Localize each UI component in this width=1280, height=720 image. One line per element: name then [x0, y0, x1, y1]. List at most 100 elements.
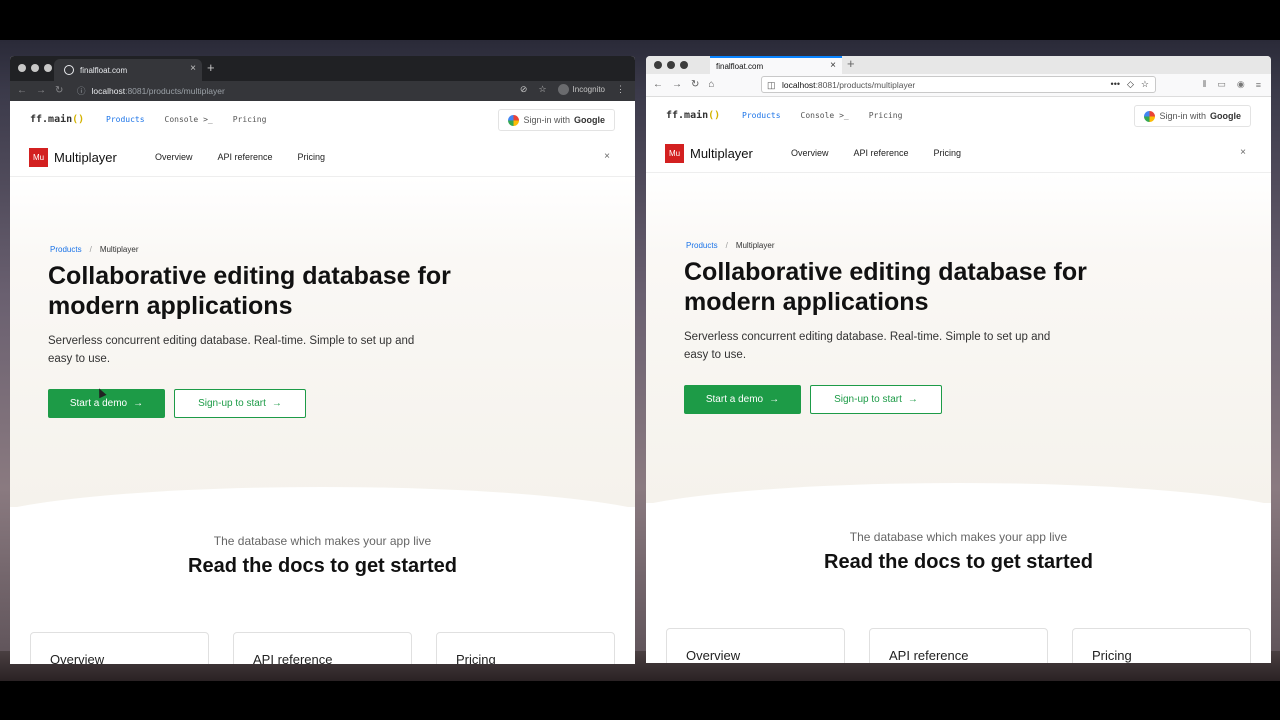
tab-bar: finalfloat.com × + [10, 56, 635, 81]
close-tab-icon[interactable]: × [190, 64, 196, 74]
product-bar: Mu Multiplayer Overview API reference Pr… [646, 135, 1271, 173]
close-tab-icon[interactable]: × [830, 61, 836, 71]
address-bar: ← → ↻ ⓘ localhost:8081/products/multipla… [10, 81, 635, 101]
menu-icon[interactable]: ⋮ [616, 84, 625, 95]
minimize-window-button[interactable] [667, 61, 675, 69]
window-controls[interactable] [654, 61, 688, 69]
browser-tab[interactable]: finalfloat.com × [54, 59, 202, 81]
product-link-pricing[interactable]: Pricing [934, 148, 962, 158]
signup-button[interactable]: Sign-up to start → [174, 389, 306, 418]
breadcrumb-products[interactable]: Products [686, 241, 718, 250]
address-bar: ← → ↻ ⌂ ◫ localhost:8081/products/multip… [646, 74, 1271, 97]
nav-products[interactable]: Products [106, 115, 145, 124]
nav-pricing[interactable]: Pricing [233, 115, 267, 124]
minimize-window-button[interactable] [31, 64, 39, 72]
shield-icon[interactable]: ◫ [767, 80, 776, 91]
hero-headline: Collaborative editing database for moder… [48, 262, 451, 320]
breadcrumb-current: Multiplayer [735, 241, 775, 250]
section-title: Read the docs to get started [824, 551, 1093, 573]
site-logo[interactable]: ff.main() [666, 110, 720, 121]
product-link-api[interactable]: API reference [854, 148, 909, 158]
library-icon[interactable]: ⫴ [1203, 79, 1207, 90]
product-link-overview[interactable]: Overview [155, 152, 193, 162]
browser-window-chrome: finalfloat.com × + ← → ↻ ⓘ localhost:808… [10, 56, 635, 664]
doc-card-api[interactable]: API reference [869, 628, 1048, 663]
site-logo[interactable]: ff.main() [30, 114, 84, 125]
globe-icon [64, 65, 74, 75]
info-icon[interactable]: ⓘ [77, 85, 86, 97]
nav-console[interactable]: Console >_ [165, 115, 213, 124]
hero-subhead: Serverless concurrent editing database. … [684, 331, 1051, 361]
account-icon[interactable]: ◉ [1237, 79, 1245, 90]
menu-icon[interactable]: ≡ [1256, 80, 1261, 90]
reload-icon[interactable]: ↻ [55, 84, 63, 98]
nav-buttons: ← → ↻ ⌂ [653, 78, 714, 92]
nav-pricing[interactable]: Pricing [869, 111, 903, 120]
zoom-window-button[interactable] [44, 64, 52, 72]
new-tab-icon[interactable]: + [207, 61, 215, 75]
new-tab-icon[interactable]: + [847, 57, 855, 71]
nav-buttons: ← → ↻ [17, 84, 63, 98]
product-name[interactable]: Multiplayer [54, 150, 117, 165]
close-icon[interactable]: × [604, 151, 610, 162]
breadcrumb-separator: / [89, 245, 92, 254]
web-page: ff.main() Products Console >_ Pricing Si… [646, 97, 1271, 663]
pocket-icon[interactable]: ◇ [1127, 79, 1134, 90]
doc-card-api[interactable]: API reference [233, 632, 412, 664]
signup-button[interactable]: Sign-up to start → [810, 385, 942, 414]
url-host: localhost [91, 86, 126, 96]
zoom-window-button[interactable] [680, 61, 688, 69]
product-link-api[interactable]: API reference [218, 152, 273, 162]
nav-products[interactable]: Products [742, 111, 781, 120]
url-field[interactable]: ◫ localhost:8081/products/multiplayer ••… [761, 76, 1156, 93]
product-link-pricing[interactable]: Pricing [298, 152, 326, 162]
product-name[interactable]: Multiplayer [690, 146, 753, 161]
nav-console[interactable]: Console >_ [801, 111, 849, 120]
window-controls[interactable] [18, 64, 52, 72]
incognito-icon [557, 84, 569, 95]
forward-icon[interactable]: → [672, 78, 682, 92]
tab-title: finalfloat.com [80, 65, 128, 75]
doc-card-overview[interactable]: Overview [666, 628, 845, 663]
google-icon [1144, 110, 1156, 122]
browser-tab[interactable]: finalfloat.com × [710, 56, 842, 74]
url-path: :8081/products/multiplayer [125, 86, 225, 96]
incognito-label: Incognito [572, 85, 605, 94]
doc-card-overview[interactable]: Overview [30, 632, 209, 664]
reload-icon[interactable]: ↻ [691, 78, 699, 92]
url-field[interactable]: ⓘ localhost:8081/products/multiplayer [77, 85, 225, 97]
more-icon[interactable]: ••• [1111, 79, 1120, 90]
product-link-overview[interactable]: Overview [791, 148, 829, 158]
breadcrumb-products[interactable]: Products [50, 245, 82, 254]
signin-brand: Google [574, 115, 605, 125]
breadcrumb-separator: / [725, 241, 728, 250]
doc-card-pricing[interactable]: Pricing [436, 632, 615, 664]
eye-off-icon[interactable]: ⊘ [520, 84, 528, 95]
star-icon[interactable]: ☆ [1141, 79, 1149, 90]
tab-title: finalfloat.com [716, 61, 764, 71]
back-icon[interactable]: ← [17, 84, 27, 98]
sidebar-icon[interactable]: ▭ [1217, 79, 1226, 90]
google-signin-button[interactable]: Sign-in with Google [1134, 105, 1251, 127]
close-icon[interactable]: × [1240, 147, 1246, 158]
arrow-right-icon: → [907, 394, 918, 405]
forward-icon[interactable]: → [36, 84, 46, 98]
hero-subhead: Serverless concurrent editing database. … [48, 335, 415, 365]
star-icon[interactable]: ☆ [538, 84, 546, 95]
arrow-right-icon: → [133, 398, 144, 409]
section-kicker: The database which makes your app live [213, 534, 432, 548]
start-demo-button[interactable]: Start a demo → [48, 389, 165, 418]
tab-bar: finalfloat.com × + [646, 56, 1271, 74]
section-kicker: The database which makes your app live [849, 530, 1068, 544]
close-window-button[interactable] [18, 64, 26, 72]
close-window-button[interactable] [654, 61, 662, 69]
signin-prefix: Sign-in with [523, 115, 570, 125]
site-nav: Products Console >_ Pricing [106, 115, 266, 124]
start-demo-button[interactable]: Start a demo → [684, 385, 801, 414]
google-signin-button[interactable]: Sign-in with Google [498, 109, 615, 131]
back-icon[interactable]: ← [653, 78, 663, 92]
product-bar: Mu Multiplayer Overview API reference Pr… [10, 139, 635, 177]
doc-card-pricing[interactable]: Pricing [1072, 628, 1251, 663]
home-icon[interactable]: ⌂ [708, 78, 714, 92]
incognito-indicator[interactable]: Incognito [557, 84, 605, 95]
